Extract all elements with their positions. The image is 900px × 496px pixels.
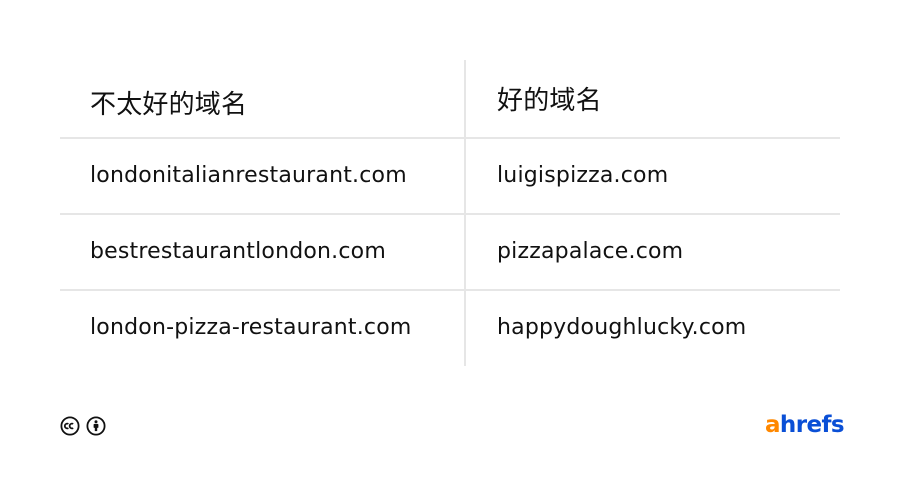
good-domain-cell: happydoughlucky.com bbox=[497, 314, 747, 340]
table-row: londonitalianrestaurant.com luigispizza.… bbox=[60, 137, 840, 213]
attribution-icon bbox=[86, 416, 106, 436]
table-row: bestrestaurantlondon.com pizzapalace.com bbox=[60, 213, 840, 289]
good-domain-cell: pizzapalace.com bbox=[497, 238, 684, 264]
header-good-domains: 好的域名 bbox=[497, 86, 602, 116]
cc-icon bbox=[60, 416, 80, 436]
header-bad-domains: 不太好的域名 bbox=[90, 90, 248, 120]
bad-domain-cell: londonitalianrestaurant.com bbox=[90, 162, 407, 188]
bad-domain-cell: bestrestaurantlondon.com bbox=[90, 238, 386, 264]
table-row: london-pizza-restaurant.com happydoughlu… bbox=[60, 289, 840, 365]
ahrefs-logo: ahrefs bbox=[765, 412, 845, 438]
good-domain-cell: luigispizza.com bbox=[497, 162, 669, 188]
license-icons bbox=[60, 416, 106, 436]
bad-domain-cell: london-pizza-restaurant.com bbox=[90, 314, 412, 340]
table-header-row: 不太好的域名 好的域名 bbox=[60, 60, 840, 137]
domain-comparison-table: 不太好的域名 好的域名 londonitalianrestaurant.com … bbox=[60, 60, 840, 366]
